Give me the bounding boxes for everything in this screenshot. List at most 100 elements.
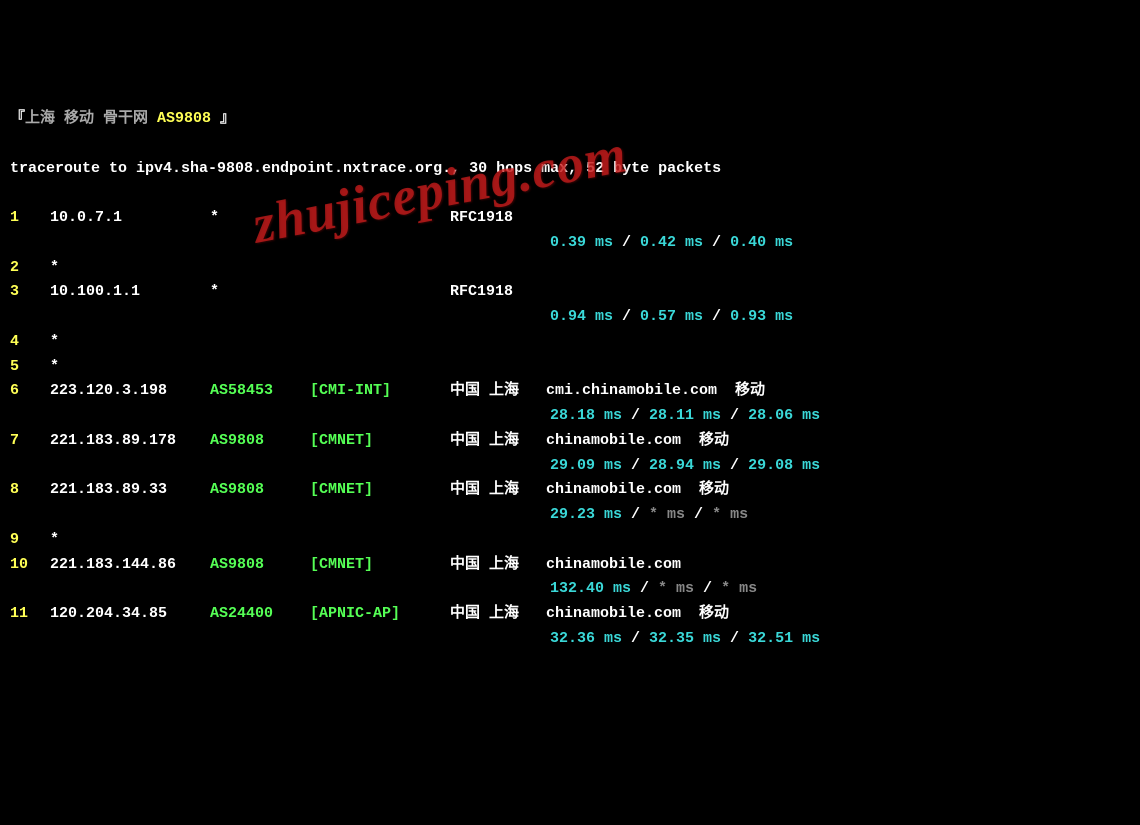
hop-row: 6223.120.3.198AS58453[CMI-INT]中国 上海 cmi.… (10, 379, 1130, 404)
hop-row: 4* (10, 330, 1130, 355)
hop-row: 5* (10, 355, 1130, 380)
hop-ip: 221.183.89.33 (50, 478, 210, 503)
hop-tag: [CMNET] (310, 553, 450, 578)
latency-value: 0.93 ms (730, 308, 793, 325)
hop-tag: [APNIC-AP] (310, 602, 450, 627)
hop-row: 7221.183.89.178AS9808[CMNET]中国 上海 chinam… (10, 429, 1130, 454)
latency-value: 32.36 ms (550, 630, 622, 647)
header-location: 上海 移动 骨干网 (25, 110, 157, 127)
latency-value: 28.94 ms (649, 457, 721, 474)
latency-value: 29.08 ms (748, 457, 820, 474)
hop-number: 10 (10, 553, 50, 578)
latency-value: 0.40 ms (730, 234, 793, 251)
hop-rfc: RFC1918 (450, 206, 513, 231)
latency-separator: / (685, 506, 712, 523)
hop-tag (310, 280, 450, 305)
hop-latency: 29.09 ms / 28.94 ms / 29.08 ms (10, 454, 1130, 479)
hop-rfc: RFC1918 (450, 280, 513, 305)
latency-value: 32.35 ms (649, 630, 721, 647)
hop-latency: 0.39 ms / 0.42 ms / 0.40 ms (10, 231, 1130, 256)
hop-asn: AS9808 (210, 429, 310, 454)
latency-separator: / (703, 308, 730, 325)
latency-value: * ms (649, 506, 685, 523)
hop-geo: 中国 上海 chinamobile.com 移动 (450, 478, 729, 503)
latency-value: 32.51 ms (748, 630, 820, 647)
close-bracket: 』 (211, 110, 235, 127)
hop-list: 110.0.7.1*RFC19180.39 ms / 0.42 ms / 0.4… (10, 206, 1130, 652)
hop-latency: 28.18 ms / 28.11 ms / 28.06 ms (10, 404, 1130, 429)
hop-timeout: * (50, 256, 59, 281)
latency-value: 28.11 ms (649, 407, 721, 424)
hop-geo: 中国 上海 chinamobile.com (450, 553, 681, 578)
hop-number: 8 (10, 478, 50, 503)
hop-number: 11 (10, 602, 50, 627)
latency-value: 29.23 ms (550, 506, 622, 523)
latency-value: 28.06 ms (748, 407, 820, 424)
hop-latency: 29.23 ms / * ms / * ms (10, 503, 1130, 528)
latency-value: 0.57 ms (640, 308, 703, 325)
hop-number: 4 (10, 330, 50, 355)
hop-tag: [CMNET] (310, 478, 450, 503)
latency-separator: / (631, 580, 658, 597)
hop-number: 6 (10, 379, 50, 404)
hop-number: 7 (10, 429, 50, 454)
latency-value: 132.40 ms (550, 580, 631, 597)
hop-row: 110.0.7.1* RFC1918 (10, 206, 1130, 231)
hop-timeout: * (50, 355, 59, 380)
latency-separator: / (703, 234, 730, 251)
hop-latency: 132.40 ms / * ms / * ms (10, 577, 1130, 602)
hop-ip: 221.183.144.86 (50, 553, 210, 578)
hop-ip: 223.120.3.198 (50, 379, 210, 404)
latency-separator: / (622, 407, 649, 424)
hop-number: 2 (10, 256, 50, 281)
latency-value: 0.94 ms (550, 308, 613, 325)
hop-asn: AS58453 (210, 379, 310, 404)
traceroute-command: traceroute to ipv4.sha-9808.endpoint.nxt… (10, 157, 1130, 182)
latency-value: 0.39 ms (550, 234, 613, 251)
hop-asn: * (210, 280, 310, 305)
hop-geo: 中国 上海 chinamobile.com 移动 (450, 602, 729, 627)
traceroute-header: 『上海 移动 骨干网 AS9808 』 (10, 107, 1130, 132)
hop-latency: 32.36 ms / 32.35 ms / 32.51 ms (10, 627, 1130, 652)
latency-separator: / (721, 407, 748, 424)
hop-ip: 221.183.89.178 (50, 429, 210, 454)
latency-separator: / (721, 457, 748, 474)
hop-row: 9* (10, 528, 1130, 553)
hop-asn: AS9808 (210, 478, 310, 503)
latency-value: * ms (712, 506, 748, 523)
hop-asn: * (210, 206, 310, 231)
latency-value: * ms (658, 580, 694, 597)
hop-tag: [CMI-INT] (310, 379, 450, 404)
hop-timeout: * (50, 528, 59, 553)
latency-separator: / (622, 457, 649, 474)
latency-separator: / (622, 630, 649, 647)
latency-value: * ms (721, 580, 757, 597)
hop-number: 3 (10, 280, 50, 305)
latency-separator: / (613, 308, 640, 325)
hop-row: 11120.204.34.85AS24400[APNIC-AP]中国 上海 ch… (10, 602, 1130, 627)
latency-separator: / (694, 580, 721, 597)
hop-row: 310.100.1.1* RFC1918 (10, 280, 1130, 305)
hop-geo: 中国 上海 cmi.chinamobile.com 移动 (450, 379, 765, 404)
hop-row: 2* (10, 256, 1130, 281)
hop-number: 9 (10, 528, 50, 553)
open-bracket: 『 (10, 110, 25, 127)
hop-tag (310, 206, 450, 231)
hop-row: 8221.183.89.33AS9808[CMNET]中国 上海 chinamo… (10, 478, 1130, 503)
hop-number: 5 (10, 355, 50, 380)
hop-ip: 10.0.7.1 (50, 206, 210, 231)
hop-asn: AS9808 (210, 553, 310, 578)
hop-number: 1 (10, 206, 50, 231)
hop-latency: 0.94 ms / 0.57 ms / 0.93 ms (10, 305, 1130, 330)
latency-value: 0.42 ms (640, 234, 703, 251)
hop-ip: 120.204.34.85 (50, 602, 210, 627)
hop-timeout: * (50, 330, 59, 355)
hop-ip: 10.100.1.1 (50, 280, 210, 305)
latency-value: 28.18 ms (550, 407, 622, 424)
latency-separator: / (613, 234, 640, 251)
hop-tag: [CMNET] (310, 429, 450, 454)
latency-separator: / (721, 630, 748, 647)
hop-row: 10221.183.144.86AS9808[CMNET]中国 上海 china… (10, 553, 1130, 578)
latency-separator: / (622, 506, 649, 523)
hop-asn: AS24400 (210, 602, 310, 627)
